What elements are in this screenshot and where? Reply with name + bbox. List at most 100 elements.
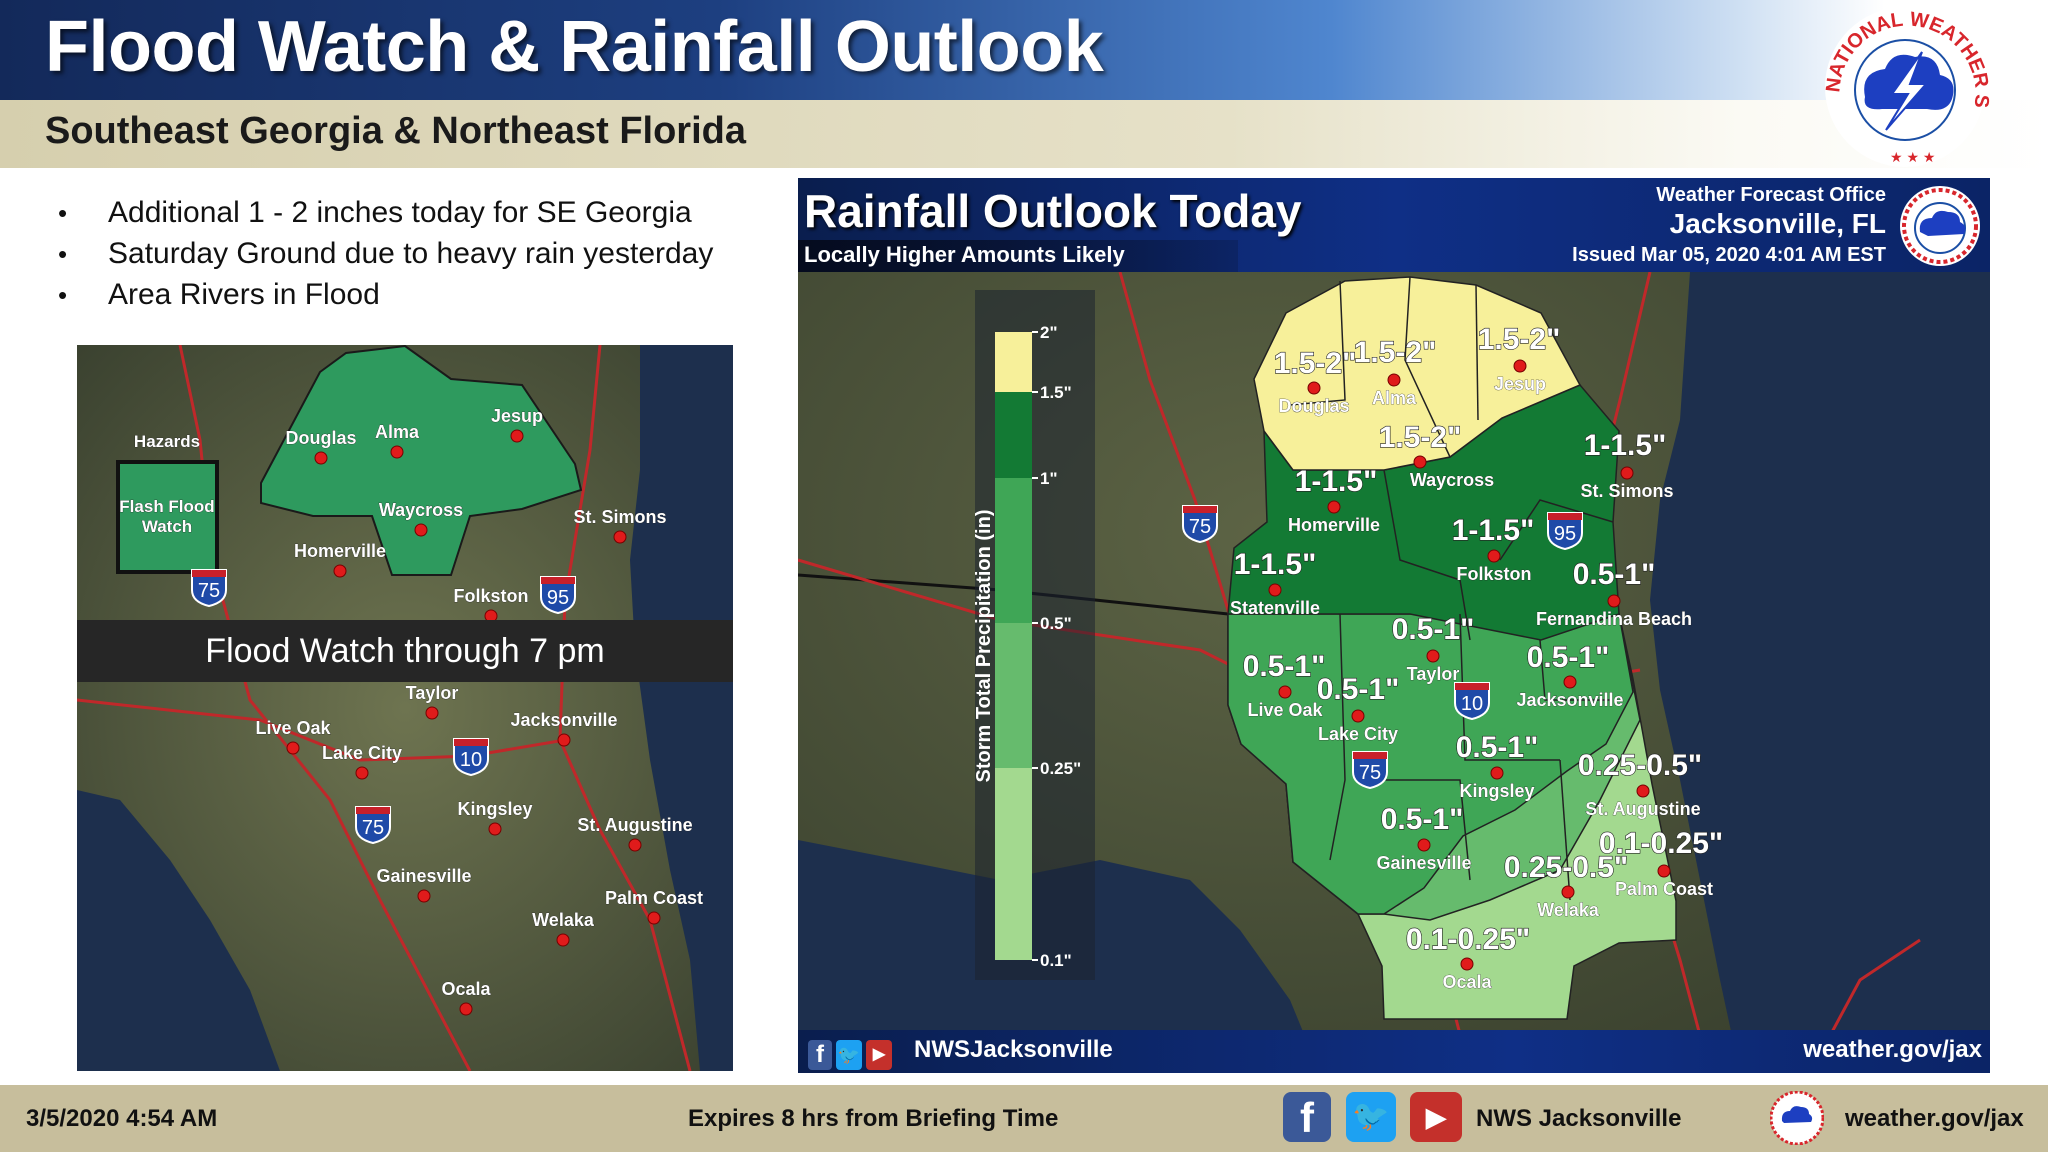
website-link[interactable]: weather.gov/jax [1803,1036,1982,1064]
rainfall-amount-label: 1.5-2" [1274,347,1357,380]
city-marker [1460,957,1474,971]
legend-color-bin [995,478,1032,623]
city-marker [355,766,369,780]
city-label: Waycross [379,500,463,520]
svg-text:★ ★ ★: ★ ★ ★ [1890,149,1935,165]
legend-tick-label: 1.5" [1040,383,1072,402]
rainfall-amount-label: 0.5-1" [1456,731,1539,764]
city-marker [1307,381,1321,395]
city-label: Douglas [1278,396,1349,416]
legend-tick-label: 0.25" [1040,759,1081,778]
svg-text:75: 75 [198,580,220,602]
hazard-map: Hazards Flash Flood Watch Douglas Alma Jesup W… [77,345,733,1071]
legend-tick-label: 0.1" [1040,951,1072,970]
rainfall-amount-label: 1-1.5" [1295,465,1378,498]
facebook-icon[interactable]: f [808,1040,832,1070]
city-label: Welaka [532,910,595,930]
city-marker [613,530,627,544]
rainfall-amount-label: 1.5-2" [1354,336,1437,369]
footer-website[interactable]: weather.gov/jax [1845,1105,2024,1133]
city-label: Live Oak [255,718,331,738]
interstate-10-shield: 10 [1454,682,1490,721]
interstate-75-shield: 75 [1352,751,1388,790]
city-label: Alma [1372,388,1417,408]
rainfall-amount-label: 1.5-2" [1379,421,1462,454]
city-label: Live Oak [1247,700,1323,720]
city-label: Jesup [1494,374,1546,394]
nws-logo: NATIONAL WEATHER SERVICE ★ ★ ★ [1810,2,1993,167]
interstate-75-shield: 75 [355,806,391,845]
svg-text:75: 75 [1189,516,1211,538]
nws-logo-footer [1770,1091,1824,1145]
city-label: Folkston [454,586,529,606]
city-marker [1426,649,1440,663]
city-marker [1607,594,1621,608]
page-title: Flood Watch & Rainfall Outlook [45,7,1104,87]
twitter-icon[interactable]: 🐦 [1346,1092,1396,1142]
city-marker [286,741,300,755]
interstate-95-shield: 95 [540,576,576,615]
city-label: Alma [375,422,420,442]
city-label: Folkston [1457,564,1532,584]
city-label: Kingsley [457,799,532,819]
rainfall-amount-label: 0.5-1" [1392,613,1475,646]
city-marker [1620,466,1634,480]
svg-text:95: 95 [1554,523,1576,545]
city-marker [417,889,431,903]
briefing-datetime: 3/5/2020 4:54 AM [26,1105,218,1132]
legend-color-bin [995,623,1032,768]
city-label: Palm Coast [605,888,703,908]
city-marker [488,822,502,836]
city-label: St. Augustine [1585,799,1700,819]
interstate-75-shield: 75 [191,569,227,608]
city-marker [1636,784,1650,798]
city-marker [1278,685,1292,699]
city-label: Statenville [1230,598,1320,618]
city-marker [556,933,570,947]
legend-color-bin [995,332,1032,392]
city-label: St. Augustine [577,815,692,835]
interstate-10-shield: 10 [453,738,489,777]
bullet-item: • Saturday Ground due to heavy rain yeste… [58,237,714,270]
city-marker [647,911,661,925]
facebook-icon[interactable]: f [1283,1092,1331,1142]
twitter-icon[interactable]: 🐦 [836,1040,862,1070]
nws-logo-small [1900,186,1980,266]
city-marker [414,523,428,537]
city-marker [1351,709,1365,723]
city-marker [1327,500,1341,514]
legend-color-bin [995,392,1032,478]
rainfall-amount-label: 0.5-1" [1317,673,1400,706]
city-label: Jacksonville [1516,690,1623,710]
youtube-icon[interactable]: ▶ [866,1040,892,1070]
issued-time: Issued Mar 05, 2020 4:01 AM EST [1572,244,1886,266]
city-marker [333,564,347,578]
rainfall-amount-label: 0.25-0.5" [1578,749,1702,782]
bullet-item: • Additional 1 - 2 inches today for SE Ge… [58,196,692,229]
svg-text:75: 75 [362,817,384,839]
city-marker [425,706,439,720]
interstate-75-shield: 75 [1182,505,1218,544]
svg-text:10: 10 [1461,693,1483,715]
city-label: Welaka [1537,900,1600,920]
city-label: Fernandina Beach [1536,609,1692,629]
rainfall-amount-label: 0.5-1" [1243,650,1326,683]
city-label: St. Simons [573,507,666,527]
social-handle[interactable]: NWSJacksonville [914,1036,1113,1064]
city-label: Taylor [406,683,459,703]
hazards-legend-title: Hazards [134,432,200,451]
legend-tick-label: 1" [1040,469,1058,488]
social-name[interactable]: NWS Jacksonville [1476,1105,1681,1133]
interstate-95-shield: 95 [1547,512,1583,551]
city-marker [510,429,524,443]
youtube-icon[interactable]: ▶ [1410,1092,1462,1142]
city-label: Jacksonville [510,710,617,730]
city-label: Palm Coast [1615,879,1713,899]
city-marker [1490,766,1504,780]
expires-note: Expires 8 hrs from Briefing Time [688,1105,1059,1132]
city-label: Gainesville [1376,853,1471,873]
city-label: Lake City [1318,724,1398,744]
city-label: Douglas [285,428,356,448]
city-marker [1413,455,1427,469]
svg-text:75: 75 [1359,762,1381,784]
